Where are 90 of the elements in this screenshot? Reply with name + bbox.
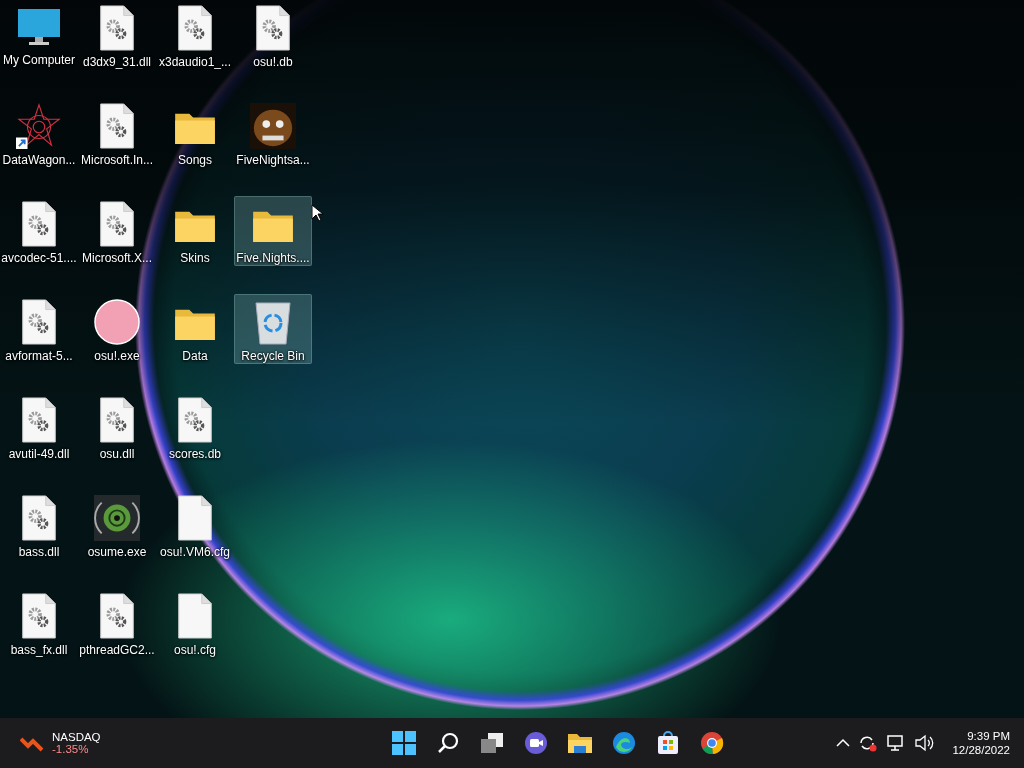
desktop-item[interactable]: DataWagon... (0, 98, 78, 168)
item-label: Microsoft.X... (82, 251, 152, 265)
item-label: Data (182, 349, 208, 363)
desktop-item[interactable]: Data (156, 294, 234, 364)
item-label: d3dx9_31.dll (82, 55, 152, 69)
search-icon (437, 732, 460, 754)
time-text: 9:39 PM (967, 730, 1010, 742)
blank-file-icon (176, 495, 214, 541)
item-label: osu!.cfg (174, 643, 216, 657)
clock[interactable]: 9:39 PM 12/28/2022 (952, 730, 1010, 756)
folder-icon (173, 111, 217, 145)
desktop-item[interactable]: Recycle Bin (234, 294, 312, 364)
gear-file-icon (20, 299, 58, 345)
item-label: FiveNightsa... (236, 153, 310, 167)
desktop-item[interactable]: avutil-49.dll (0, 392, 78, 462)
item-label: scores.db (169, 447, 221, 461)
desktop-item[interactable]: My Computer (0, 0, 78, 70)
desktop-item[interactable]: scores.db (156, 392, 234, 462)
target-ring-icon (93, 495, 141, 541)
desktop-item[interactable]: Five.Nights.... (234, 196, 312, 266)
desktop-item[interactable]: avformat-5... (0, 294, 78, 364)
item-label: avcodec-51.... (1, 251, 77, 265)
date-text: 12/28/2022 (952, 744, 1010, 756)
gear-file-icon (98, 397, 136, 443)
recycle-bin-icon (253, 299, 293, 345)
chat-icon (524, 731, 549, 755)
folder-icon (173, 209, 217, 243)
desktop-item[interactable]: bass_fx.dll (0, 588, 78, 658)
item-label: Skins (180, 251, 210, 265)
item-label: pthreadGC2... (79, 643, 155, 657)
desktop-item[interactable]: Microsoft.X... (78, 196, 156, 266)
gear-file-icon (176, 397, 214, 443)
volume-icon[interactable] (914, 734, 935, 752)
folder-icon (173, 307, 217, 341)
item-label: osu.dll (99, 447, 135, 461)
sync-icon[interactable] (858, 734, 879, 752)
stock-widget[interactable]: NASDAQ -1.35% (20, 731, 320, 755)
gear-file-icon (98, 5, 136, 51)
desktop-item[interactable]: osu!.exe (78, 294, 156, 364)
widget-title: NASDAQ (52, 731, 101, 743)
widget-change: -1.35% (52, 743, 90, 755)
desktop-item[interactable]: Songs (156, 98, 234, 168)
desktop-item[interactable]: d3dx9_31.dll (78, 0, 156, 70)
item-label: My Computer (3, 53, 75, 67)
item-label: osu!.db (253, 55, 293, 69)
gear-file-icon (20, 201, 58, 247)
gear-file-icon (98, 201, 136, 247)
desktop-item[interactable]: x3daudio1_... (156, 0, 234, 70)
desktop-item[interactable]: osu.dll (78, 392, 156, 462)
gear-file-icon (98, 593, 136, 639)
item-label: Five.Nights.... (236, 251, 310, 265)
folder-icon (567, 732, 594, 754)
gear-file-icon (176, 5, 214, 51)
desktop-item[interactable]: osu!.cfg (156, 588, 234, 658)
gear-file-icon (98, 103, 136, 149)
desktop-item[interactable]: Skins (156, 196, 234, 266)
item-label: DataWagon... (2, 153, 76, 167)
star-pattern-icon (15, 103, 63, 149)
bear-face-icon (249, 103, 297, 149)
item-label: Songs (178, 153, 212, 167)
desktop-item[interactable]: Microsoft.In... (78, 98, 156, 168)
folder-icon (251, 209, 295, 243)
desktop-item[interactable]: pthreadGC2... (78, 588, 156, 658)
item-label: osu!.exe (94, 349, 140, 363)
item-label: x3daudio1_... (158, 55, 232, 69)
task-view-icon (480, 732, 505, 754)
gear-file-icon (20, 495, 58, 541)
mouse-cursor-icon (311, 204, 323, 222)
desktop-item[interactable]: FiveNightsa... (234, 98, 312, 168)
edge-icon (612, 731, 637, 755)
chrome-icon (700, 731, 725, 755)
chevron-up-icon[interactable] (836, 738, 851, 748)
item-label: bass_fx.dll (10, 643, 68, 657)
gear-file-icon (20, 397, 58, 443)
item-label: avformat-5... (5, 349, 73, 363)
item-label: Microsoft.In... (81, 153, 153, 167)
item-label: Recycle Bin (241, 349, 305, 363)
desktop-item[interactable]: osu!.db (234, 0, 312, 70)
store-icon (656, 731, 681, 755)
blank-file-icon (176, 593, 214, 639)
app-circle-icon (93, 299, 141, 345)
gear-file-icon (20, 593, 58, 639)
item-label: bass.dll (18, 545, 60, 559)
desktop-item[interactable]: avcodec-51.... (0, 196, 78, 266)
item-label: osume.exe (87, 545, 147, 559)
desktop-item[interactable]: osume.exe (78, 490, 156, 560)
desktop-item[interactable]: bass.dll (0, 490, 78, 560)
gear-file-icon (254, 5, 292, 51)
windows-logo-icon (392, 731, 417, 755)
item-label: avutil-49.dll (8, 447, 70, 461)
